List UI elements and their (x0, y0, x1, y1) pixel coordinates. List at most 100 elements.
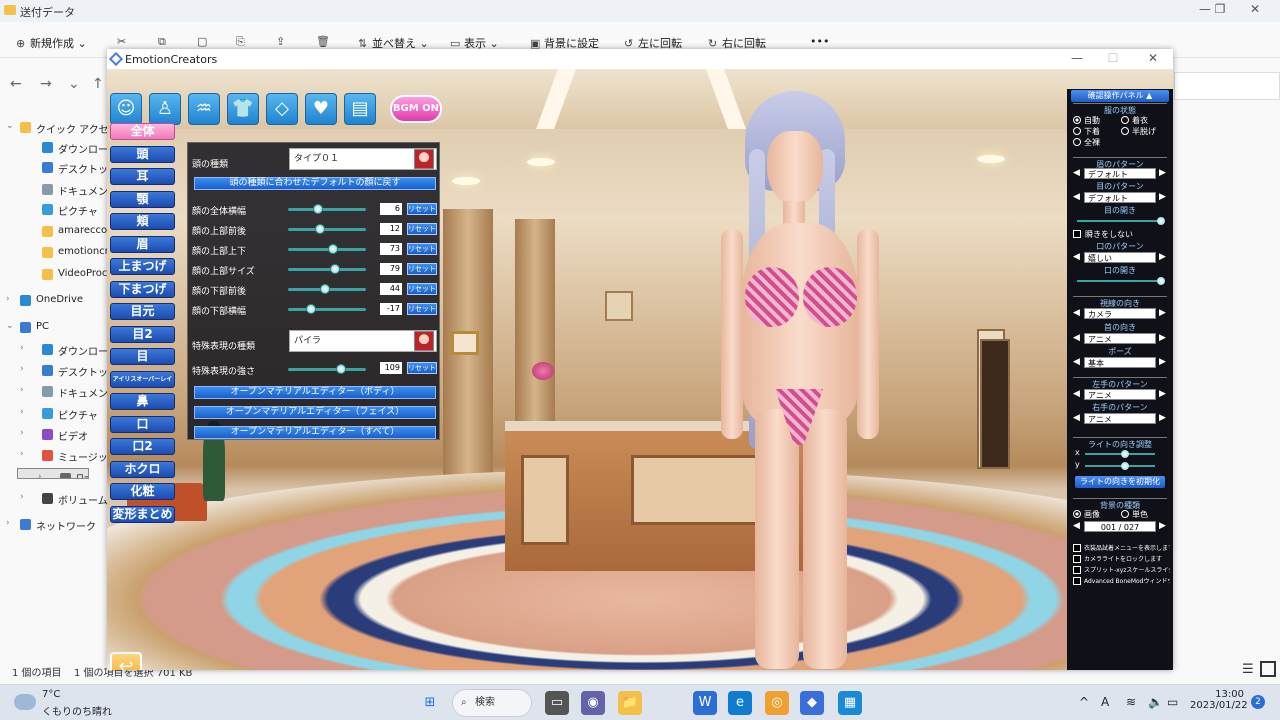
category-2[interactable]: 耳 (110, 168, 175, 185)
bgm-toggle-button[interactable]: BGM ON (390, 95, 442, 123)
tray-icon-0[interactable]: ^ (1079, 695, 1089, 709)
accessory-tab-button[interactable]: ◇ (266, 93, 298, 125)
category-4[interactable]: 頬 (110, 213, 175, 230)
neck-next-icon[interactable]: ▶ (1159, 333, 1166, 343)
nav-item-3[interactable]: ドキュメント (0, 180, 108, 200)
nav-item-18[interactable]: › ネットワーク (0, 515, 108, 535)
taskbar-app-4-icon[interactable]: W (693, 691, 717, 715)
eye-open-knob[interactable] (1157, 217, 1165, 225)
light-y-slider[interactable] (1085, 465, 1155, 467)
taskbar-search[interactable]: ⌕ 検索 (452, 689, 532, 717)
slider-track[interactable] (288, 268, 366, 271)
nav-button-2[interactable]: ⌄ (68, 76, 80, 92)
bg-index-select[interactable]: 001 / 027 (1084, 521, 1156, 532)
clock[interactable]: 13:00 2023/01/22 (1190, 689, 1248, 711)
game-minimize-button[interactable]: — (1062, 51, 1092, 69)
bg-prev-icon[interactable]: ◀ (1073, 521, 1080, 531)
material-editor-all-button[interactable]: オープンマテリアルエディター（すべて） (194, 426, 436, 439)
reset-default-face-button[interactable]: 頭の種類に合わせたデフォルトの顔に戻す (194, 177, 436, 190)
left-hand-prev-icon[interactable]: ◀ (1073, 389, 1080, 399)
category-3[interactable]: 顎 (110, 190, 175, 208)
no-blink-checkbox[interactable] (1073, 230, 1081, 238)
tray-icon-2[interactable]: ≋ (1126, 695, 1136, 709)
nav-button-1[interactable]: → (40, 76, 52, 92)
slider-reset-button[interactable]: リセット (407, 283, 437, 295)
close-button[interactable]: ✕ (1240, 2, 1270, 20)
nav-chevron-icon[interactable]: › (6, 294, 10, 304)
nav-item-12[interactable]: › ドキュメント (0, 382, 108, 402)
nav-item-11[interactable]: › デスクトップ (0, 361, 108, 381)
maximize-button[interactable]: ❐ (1205, 2, 1235, 20)
hair-tab-button[interactable]: ♒ (188, 93, 220, 125)
slider-track[interactable] (288, 208, 366, 211)
taskbar-app-7-icon[interactable]: ◆ (800, 691, 824, 715)
mouth-pattern-select[interactable]: 嬉しい (1084, 252, 1156, 263)
nav-chevron-icon[interactable]: › (20, 343, 24, 353)
category-8[interactable]: 目元 (110, 303, 175, 320)
special-strength-track[interactable] (288, 368, 366, 371)
slider-knob[interactable] (328, 244, 339, 254)
tray-icon-3[interactable]: 🔈 (1148, 695, 1163, 709)
category-10[interactable]: 目 (110, 348, 175, 365)
game-viewport[interactable]: ☺ ♙ ♒ 👕 ◇ ♥ ▤ BGM ON 全体頭耳顎頬眉上まつげ 下まつげ 目元 目2 目アイリスオ… (107, 69, 1173, 670)
category-0[interactable]: 全体 (110, 123, 175, 140)
slider-reset-button[interactable]: リセット (407, 203, 437, 215)
category-11[interactable]: アイリスオーバーレイ (110, 370, 175, 388)
nav-item-17[interactable]: › ボリューム (D:) (0, 489, 108, 509)
nav-chevron-icon[interactable]: › (20, 407, 24, 417)
command-4[interactable]: ⎘ (236, 35, 250, 49)
taskbar-app-1-icon[interactable]: ▭ (545, 691, 569, 715)
nav-item-5[interactable]: amarecco310c (0, 222, 108, 242)
clothes-tab-button[interactable]: 👕 (227, 93, 259, 125)
slider-value[interactable]: 73 (380, 243, 402, 255)
right-hand-prev-icon[interactable]: ◀ (1073, 413, 1080, 423)
tiles-view-icon[interactable] (1260, 661, 1276, 677)
nav-item-6[interactable]: emotioncreato (0, 243, 108, 263)
option-checkbox-3[interactable] (1073, 577, 1081, 585)
nav-item-7[interactable]: VideoProc Cor (0, 265, 108, 285)
light-y-knob[interactable] (1121, 462, 1129, 470)
game-close-button[interactable]: ✕ (1138, 51, 1168, 69)
slider-track[interactable] (288, 228, 366, 231)
eyebrow-next-icon[interactable]: ▶ (1159, 168, 1166, 178)
taskbar-app-3-icon[interactable]: 📁 (618, 691, 642, 715)
category-9[interactable]: 目2 (110, 325, 175, 343)
gaze-next-icon[interactable]: ▶ (1159, 308, 1166, 318)
light-reset-button[interactable]: ライトの向きを初期化 (1075, 476, 1165, 488)
slider-knob[interactable] (305, 304, 316, 314)
neck-prev-icon[interactable]: ◀ (1073, 333, 1080, 343)
slider-value[interactable]: 6 (380, 203, 402, 215)
clothes-underwear-radio[interactable]: 下着 (1073, 126, 1100, 137)
command-12[interactable]: ••• (796, 35, 829, 48)
eyebrow-prev-icon[interactable]: ◀ (1073, 168, 1080, 178)
bg-solid-radio[interactable]: 単色 (1121, 509, 1148, 520)
eyebrow-pattern-select[interactable]: デフォルト (1084, 168, 1156, 179)
nav-chevron-icon[interactable]: › (6, 518, 10, 528)
slider-value[interactable]: 12 (380, 223, 402, 235)
mouth-prev-icon[interactable]: ◀ (1073, 252, 1080, 262)
clothes-nude-radio[interactable]: 全裸 (1073, 137, 1100, 148)
category-7[interactable]: 下まつげ (110, 280, 175, 298)
category-16[interactable]: 化粧 (110, 483, 175, 500)
character-model[interactable] (721, 89, 927, 669)
bg-next-icon[interactable]: ▶ (1159, 521, 1166, 531)
tray-icon-4[interactable]: ▭ (1167, 695, 1178, 709)
slider-track[interactable] (288, 308, 366, 311)
nav-item-1[interactable]: ダウンロード (0, 138, 108, 158)
nav-chevron-icon[interactable]: › (20, 385, 24, 395)
command-5[interactable]: ⇪ (276, 35, 290, 48)
personality-tab-button[interactable]: ♥ (305, 93, 337, 125)
nav-item-0[interactable]: ⌄ クイック アクセス (0, 118, 108, 138)
option-checkbox-2[interactable] (1073, 566, 1081, 574)
light-x-slider[interactable] (1085, 453, 1155, 455)
nav-item-8[interactable]: › OneDrive (0, 291, 108, 311)
nav-item-16[interactable]: › ローカル ディスク (17, 468, 89, 479)
option-checkbox-0[interactable] (1073, 544, 1081, 552)
notification-badge[interactable]: 2 (1251, 695, 1265, 709)
material-editor-face-button[interactable]: オープンマテリアルエディター（フェイス） (194, 406, 436, 419)
taskbar-app-5-icon[interactable]: e (728, 691, 752, 715)
nav-item-4[interactable]: ピクチャ (0, 200, 108, 220)
clothes-half-radio[interactable]: 半脱げ (1121, 126, 1156, 137)
slider-reset-button[interactable]: リセット (407, 223, 437, 235)
right-hand-select[interactable]: アニメ (1084, 413, 1156, 424)
